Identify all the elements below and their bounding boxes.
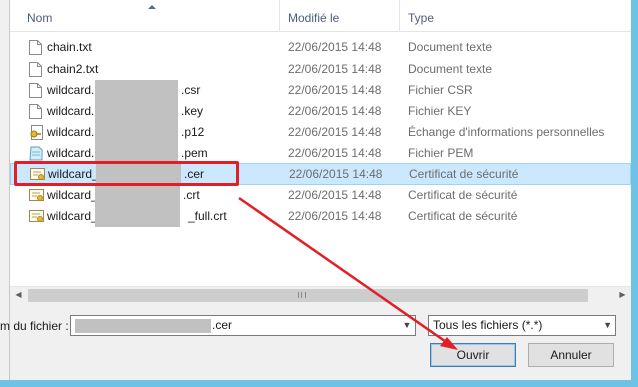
file-name-prefix: wildcard. (47, 83, 95, 97)
list-header: Nom Modifié le Type (10, 0, 631, 32)
file-date: 22/06/2015 14:48 (288, 188, 382, 202)
file-date: 22/06/2015 14:48 (288, 209, 382, 223)
file-date: 22/06/2015 14:48 (288, 83, 382, 97)
certificate-icon (29, 209, 44, 224)
key-certificate-icon (29, 125, 43, 140)
file-row[interactable]: chain2.txt 22/06/2015 14:48 Document texte (10, 59, 631, 80)
file-date: 22/06/2015 14:48 (288, 40, 382, 54)
grip-icon (298, 292, 306, 298)
certificate-icon (29, 188, 44, 203)
redacted-region (95, 206, 180, 227)
file-row[interactable]: wildcard. .key 22/06/2015 14:48 Fichier KEY (10, 101, 631, 122)
file-name-prefix: wildcard. (47, 104, 95, 118)
file-name-prefix: wildcard_ (47, 209, 98, 223)
sort-ascending-icon (148, 5, 156, 9)
file-name: chain.txt (47, 40, 92, 54)
file-type: Certificat de sécurité (409, 167, 519, 181)
file-list-view[interactable]: Nom Modifié le Type chain.txt 22/06/2015 … (10, 0, 631, 302)
file-type: Document texte (408, 62, 493, 76)
scrollbar-thumb[interactable] (28, 289, 588, 302)
redacted-region (95, 122, 178, 143)
file-type: Fichier KEY (408, 104, 472, 118)
text-file-icon (29, 62, 42, 77)
redacted-region (95, 101, 178, 122)
file-date: 22/06/2015 14:48 (289, 167, 383, 181)
chevron-down-icon: ▼ (603, 320, 612, 330)
file-type: Certificat de sécurité (408, 188, 518, 202)
file-name-prefix: wildcard. (47, 146, 95, 160)
file-date: 22/06/2015 14:48 (288, 62, 382, 76)
file-name-suffix: _full.crt (188, 209, 227, 223)
text-file-icon (29, 83, 42, 98)
file-type: Document texte (408, 40, 493, 54)
window-border-bottom (0, 380, 638, 387)
scroll-right-icon[interactable]: ▶ (614, 287, 631, 304)
chevron-down-icon[interactable]: ▼ (401, 318, 413, 333)
horizontal-scrollbar[interactable]: ◀ ▶ (10, 286, 631, 303)
file-name-suffix: .p12 (181, 125, 205, 139)
filename-value-suffix: .cer (212, 318, 233, 332)
redacted-region (95, 80, 178, 101)
pem-file-icon (29, 146, 43, 161)
file-name-suffix: .crt (183, 188, 200, 202)
text-file-icon (29, 104, 42, 119)
file-type: Échange d'informations personnelles (408, 125, 605, 139)
file-date: 22/06/2015 14:48 (288, 146, 382, 160)
text-file-icon (29, 40, 42, 55)
scroll-left-icon[interactable]: ◀ (10, 287, 27, 304)
file-type: Fichier CSR (408, 83, 473, 97)
cancel-button[interactable]: Annuler (528, 343, 614, 367)
file-type-filter-value: Tous les fichiers (*.*) (433, 318, 543, 332)
file-name-prefix: wildcard_ (47, 188, 98, 202)
file-name: chain2.txt (47, 62, 99, 76)
file-type-filter[interactable]: Tous les fichiers (*.*) ▼ (428, 315, 616, 336)
file-date: 22/06/2015 14:48 (288, 104, 382, 118)
column-header-name[interactable]: Nom (10, 0, 280, 32)
file-name-suffix: .key (181, 104, 204, 118)
redacted-region (95, 185, 180, 206)
file-name-prefix: wildcard. (47, 125, 95, 139)
redacted-region (75, 319, 211, 333)
filename-label: m du fichier : (0, 319, 69, 333)
file-name-suffix: .csr (181, 83, 201, 97)
file-row[interactable]: wildcard. .csr 22/06/2015 14:48 Fichier CSR (10, 80, 631, 101)
file-date: 22/06/2015 14:48 (288, 125, 382, 139)
annotation-highlight-box (14, 161, 239, 186)
file-type: Certificat de sécurité (408, 209, 518, 223)
column-header-type[interactable]: Type (400, 0, 631, 32)
window-border-right (631, 0, 638, 387)
filename-input[interactable]: .cer ▼ (70, 315, 416, 336)
column-header-date[interactable]: Modifié le (280, 0, 400, 32)
file-row[interactable]: chain.txt 22/06/2015 14:48 Document texte (10, 37, 631, 58)
file-row[interactable]: wildcard_ _full.crt 22/06/2015 14:48 Certif… (10, 206, 631, 227)
file-type: Fichier PEM (408, 146, 474, 160)
file-row[interactable]: wildcard. .p12 22/06/2015 14:48 Échange d'i… (10, 122, 631, 143)
open-button[interactable]: Ouvrir (430, 343, 516, 367)
file-row[interactable]: wildcard_ .crt 22/06/2015 14:48 Certificat … (10, 185, 631, 206)
